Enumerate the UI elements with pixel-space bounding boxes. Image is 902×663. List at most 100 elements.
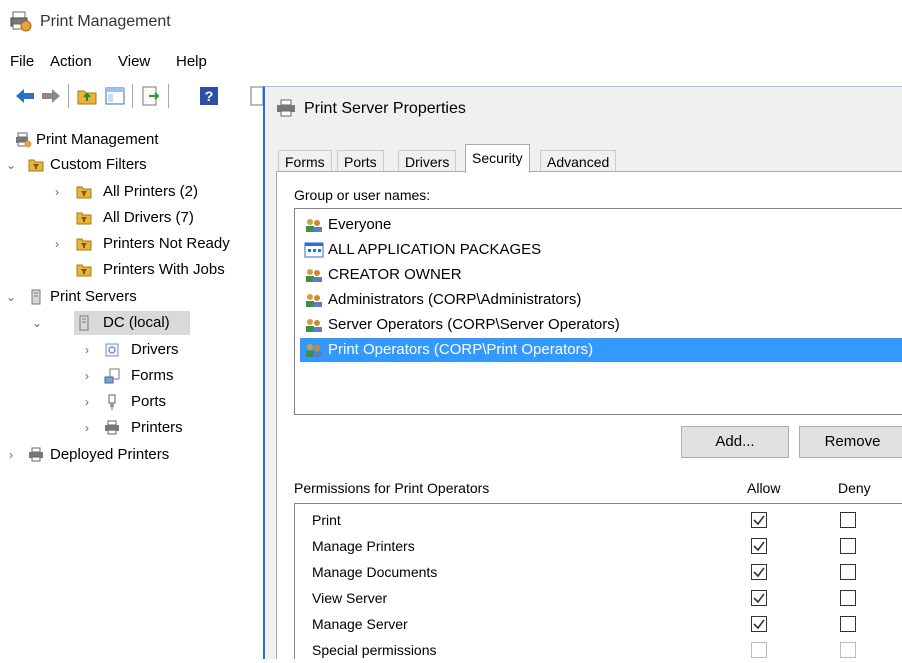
tree-item-all-drivers[interactable]: All Drivers (7) — [0, 206, 260, 230]
tree-label: Ports — [131, 393, 167, 410]
user-group-icon — [306, 219, 322, 232]
permission-row-manage-documents: Manage Documents — [312, 564, 438, 580]
menu-view[interactable]: View — [118, 53, 150, 70]
user-name: CREATOR OWNER — [328, 266, 462, 283]
user-group-icon — [306, 269, 322, 282]
window-title: Print Management — [40, 13, 171, 30]
user-group-icon — [306, 344, 322, 357]
chevron-right-icon[interactable]: › — [80, 390, 94, 414]
forward-arrow-icon[interactable] — [40, 85, 62, 107]
deny-checkbox-manage-printers[interactable] — [840, 538, 856, 554]
tree-item-deployed-printers[interactable]: › Deployed Printers — [0, 443, 260, 467]
tab-advanced[interactable]: Advanced — [540, 150, 617, 173]
tree-label: Deployed Printers — [50, 446, 170, 463]
allow-column-header: Allow — [747, 480, 781, 496]
add-button[interactable]: Add... — [681, 426, 789, 458]
app-packages-icon — [304, 242, 324, 258]
tree-item-dc-local[interactable]: ⌄ DC (local) — [0, 311, 260, 335]
allow-checkbox-special-permissions — [751, 642, 767, 658]
menu-help[interactable]: Help — [176, 53, 207, 70]
permission-row-special-permissions: Special permissions — [312, 642, 437, 658]
chevron-right-icon[interactable]: › — [80, 416, 94, 440]
allow-checkbox-print[interactable] — [751, 512, 767, 528]
server-icon — [31, 289, 41, 305]
deny-checkbox-view-server[interactable] — [840, 590, 856, 606]
toolbar-separator — [132, 84, 133, 108]
deny-checkbox-manage-server[interactable] — [840, 616, 856, 632]
permission-row-print: Print — [312, 512, 341, 528]
allow-checkbox-manage-printers[interactable] — [751, 538, 767, 554]
tree-label: Drivers — [131, 341, 179, 358]
menu-file[interactable]: File — [10, 53, 34, 70]
chevron-down-icon[interactable]: ⌄ — [30, 311, 44, 335]
tree-item-print-management[interactable]: Print Management — [16, 128, 256, 152]
tree-item-drivers[interactable]: › Drivers — [0, 338, 260, 362]
allow-checkbox-manage-documents[interactable] — [751, 564, 767, 580]
port-icon — [108, 394, 116, 410]
navigation-tree: Print Management ⌄ Custom Filters › All … — [0, 118, 262, 658]
tree-label: Printers With Jobs — [103, 261, 225, 278]
chevron-down-icon[interactable]: ⌄ — [4, 153, 18, 177]
printer-icon — [277, 99, 295, 117]
tree-item-ports[interactable]: › Ports — [0, 390, 260, 414]
tab-ports[interactable]: Ports — [337, 150, 384, 173]
tree-item-printers[interactable]: › Printers — [0, 416, 260, 440]
tab-drivers[interactable]: Drivers — [398, 150, 457, 173]
user-name: Everyone — [328, 216, 392, 233]
forms-icon — [104, 368, 120, 384]
toolbar-separator — [168, 84, 169, 108]
checkmark-icon — [753, 515, 765, 526]
show-hide-tree-icon[interactable] — [104, 85, 126, 107]
permission-row-manage-server: Manage Server — [312, 616, 408, 632]
chevron-right-icon[interactable]: › — [80, 338, 94, 362]
chevron-right-icon[interactable]: › — [80, 364, 94, 388]
tree-item-forms[interactable]: › Forms — [0, 364, 260, 388]
checkmark-icon — [753, 619, 765, 630]
tree-label: All Printers (2) — [103, 183, 199, 200]
server-icon — [79, 315, 89, 331]
checkmark-icon — [753, 541, 765, 552]
allow-checkbox-view-server[interactable] — [751, 590, 767, 606]
tree-item-print-servers[interactable]: ⌄ Print Servers — [0, 285, 260, 309]
checkmark-icon — [753, 567, 765, 578]
permissions-label: Permissions for Print Operators — [294, 480, 490, 496]
chevron-right-icon[interactable]: › — [4, 443, 18, 467]
deny-checkbox-special-permissions — [840, 642, 856, 658]
printer-icon — [29, 447, 43, 462]
tree-label: Custom Filters — [50, 156, 147, 173]
user-list-item-print-operators[interactable]: Print Operators (CORP\Print Operators) — [300, 338, 902, 362]
user-group-icon — [306, 319, 322, 332]
deny-checkbox-print[interactable] — [840, 512, 856, 528]
filter-folder-icon — [28, 159, 44, 172]
deny-checkbox-manage-documents[interactable] — [840, 564, 856, 580]
export-list-icon[interactable] — [140, 85, 162, 107]
permission-row-manage-printers: Manage Printers — [312, 538, 415, 554]
chevron-down-icon[interactable]: ⌄ — [4, 285, 18, 309]
tab-forms[interactable]: Forms — [278, 150, 332, 173]
properties-icon[interactable] — [250, 85, 264, 107]
chevron-right-icon[interactable]: › — [50, 180, 64, 204]
folder-up-icon[interactable] — [76, 85, 98, 107]
tab-security[interactable]: Security — [465, 144, 530, 173]
chevron-right-icon[interactable]: › — [50, 232, 64, 256]
checkmark-icon — [753, 593, 765, 604]
permission-row-view-server: View Server — [312, 590, 388, 606]
filter-folder-icon — [76, 186, 92, 199]
tree-item-printers-with-jobs[interactable]: Printers With Jobs — [0, 258, 260, 282]
tree-item-printers-not-ready[interactable]: › Printers Not Ready — [0, 232, 260, 256]
filter-folder-icon — [76, 264, 92, 277]
tree-item-all-printers[interactable]: › All Printers (2) — [0, 180, 260, 204]
printer-icon — [105, 420, 119, 435]
help-icon[interactable]: ? — [198, 85, 220, 107]
tree-label: Print Management — [36, 131, 159, 148]
allow-checkbox-manage-server[interactable] — [751, 616, 767, 632]
toolbar-separator — [68, 84, 69, 108]
tree-label: Printers — [131, 419, 183, 436]
tree-item-custom-filters[interactable]: ⌄ Custom Filters — [0, 153, 260, 177]
user-name: Server Operators (CORP\Server Operators) — [328, 316, 620, 333]
user-name: Administrators (CORP\Administrators) — [328, 291, 582, 308]
remove-button[interactable]: Remove — [799, 426, 902, 458]
back-arrow-icon[interactable] — [14, 85, 36, 107]
menu-action[interactable]: Action — [50, 53, 92, 70]
print-management-icon — [10, 11, 32, 32]
